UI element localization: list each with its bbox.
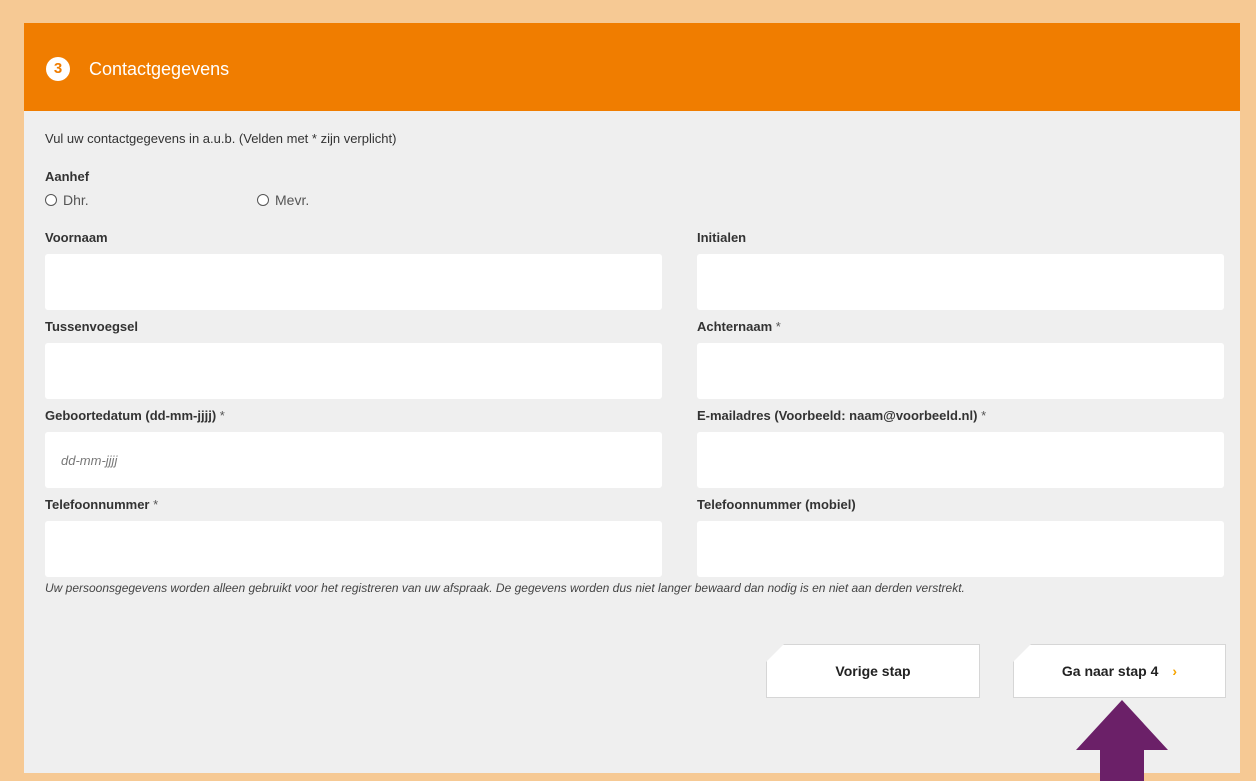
- email-label-text: E-mailadres (Voorbeeld: naam@voorbeeld.n…: [697, 408, 978, 423]
- phone-label: Telefoonnummer *: [45, 497, 158, 513]
- last-name-field[interactable]: [697, 343, 1224, 399]
- radio-mevr-circle[interactable]: [257, 194, 269, 206]
- last-name-label: Achternaam *: [697, 319, 781, 335]
- mobile-label: Telefoonnummer (mobiel): [697, 497, 856, 513]
- infix-field[interactable]: [45, 343, 662, 399]
- phone-field[interactable]: [45, 521, 662, 577]
- initials-field[interactable]: [697, 254, 1224, 310]
- last-name-label-text: Achternaam: [697, 319, 773, 334]
- radio-dhr-label: Dhr.: [63, 192, 89, 208]
- radio-dhr-circle[interactable]: [45, 194, 57, 206]
- up-arrow-shape: [1076, 700, 1168, 781]
- radio-mevr-label: Mevr.: [275, 192, 310, 208]
- birthdate-field[interactable]: [45, 432, 662, 488]
- infix-label-text: Tussenvoegsel: [45, 319, 138, 334]
- previous-step-button[interactable]: Vorige stap: [766, 644, 980, 698]
- required-marker: *: [153, 497, 159, 512]
- infix-label: Tussenvoegsel: [45, 319, 138, 335]
- birthdate-label-text: Geboortedatum (dd-mm-jjjj): [45, 408, 217, 423]
- mobile-field[interactable]: [697, 521, 1224, 577]
- first-name-label: Voornaam: [45, 230, 108, 246]
- initials-label-text: Initialen: [697, 230, 747, 245]
- chevron-right-icon: ›: [1172, 663, 1178, 679]
- section-header: 3 Contactgegevens: [24, 23, 1240, 111]
- intro-text: Vul uw contactgegevens in a.u.b. (Velden…: [45, 131, 397, 146]
- section-title: Contactgegevens: [89, 59, 230, 79]
- previous-step-label: Vorige stap: [835, 663, 911, 679]
- birthdate-label: Geboortedatum (dd-mm-jjjj) *: [45, 408, 225, 424]
- phone-label-text: Telefoonnummer: [45, 497, 150, 512]
- radio-dhr[interactable]: Dhr.: [45, 192, 89, 208]
- privacy-note: Uw persoonsgegevens worden alleen gebrui…: [45, 581, 965, 595]
- next-step-button[interactable]: Ga naar stap 4 ›: [1013, 644, 1226, 698]
- mobile-label-text: Telefoonnummer (mobiel): [697, 497, 856, 512]
- first-name-label-text: Voornaam: [45, 230, 108, 245]
- salutation-label: Aanhef: [45, 169, 90, 184]
- initials-label: Initialen: [697, 230, 746, 246]
- up-arrow-icon: [1076, 700, 1168, 781]
- radio-mevr[interactable]: Mevr.: [257, 192, 309, 208]
- email-field[interactable]: [697, 432, 1224, 488]
- form-panel: 3 Contactgegevens Vul uw contactgegevens…: [24, 23, 1240, 773]
- required-marker: *: [775, 319, 781, 334]
- next-step-label: Ga naar stap 4: [1061, 663, 1159, 679]
- first-name-field[interactable]: [45, 254, 662, 310]
- step-number-badge: 3: [46, 57, 70, 81]
- required-marker: *: [219, 408, 225, 423]
- email-label: E-mailadres (Voorbeeld: naam@voorbeeld.n…: [697, 408, 986, 424]
- required-marker: *: [981, 408, 987, 423]
